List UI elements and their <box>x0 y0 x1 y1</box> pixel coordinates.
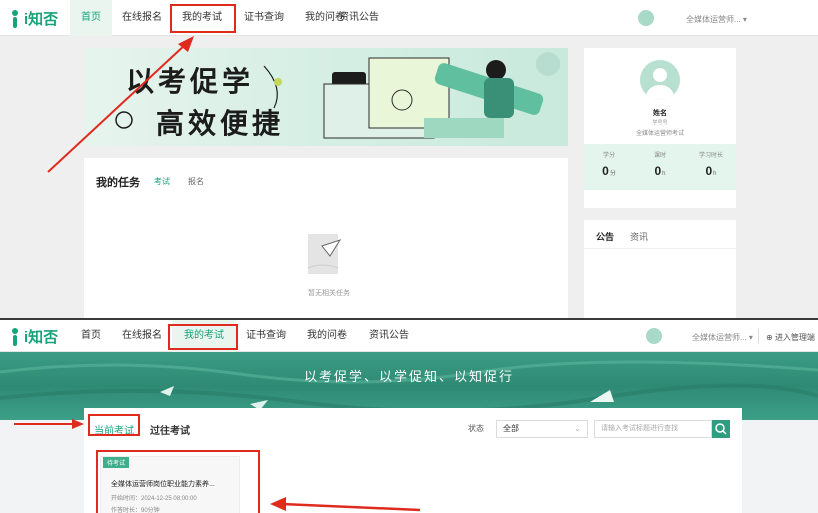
red-arrows-bottom <box>14 419 421 512</box>
red-arrow-top <box>47 36 194 173</box>
bottom-screenshot: i知否 首页 在线报名 我的考试 证书查询 我的问卷 资讯公告 全媒体运营师..… <box>0 320 818 513</box>
top-screenshot: i知否 首页 在线报名 我的考试 证书查询 我的问卷 资讯公告 全媒体运营师..… <box>0 0 818 318</box>
